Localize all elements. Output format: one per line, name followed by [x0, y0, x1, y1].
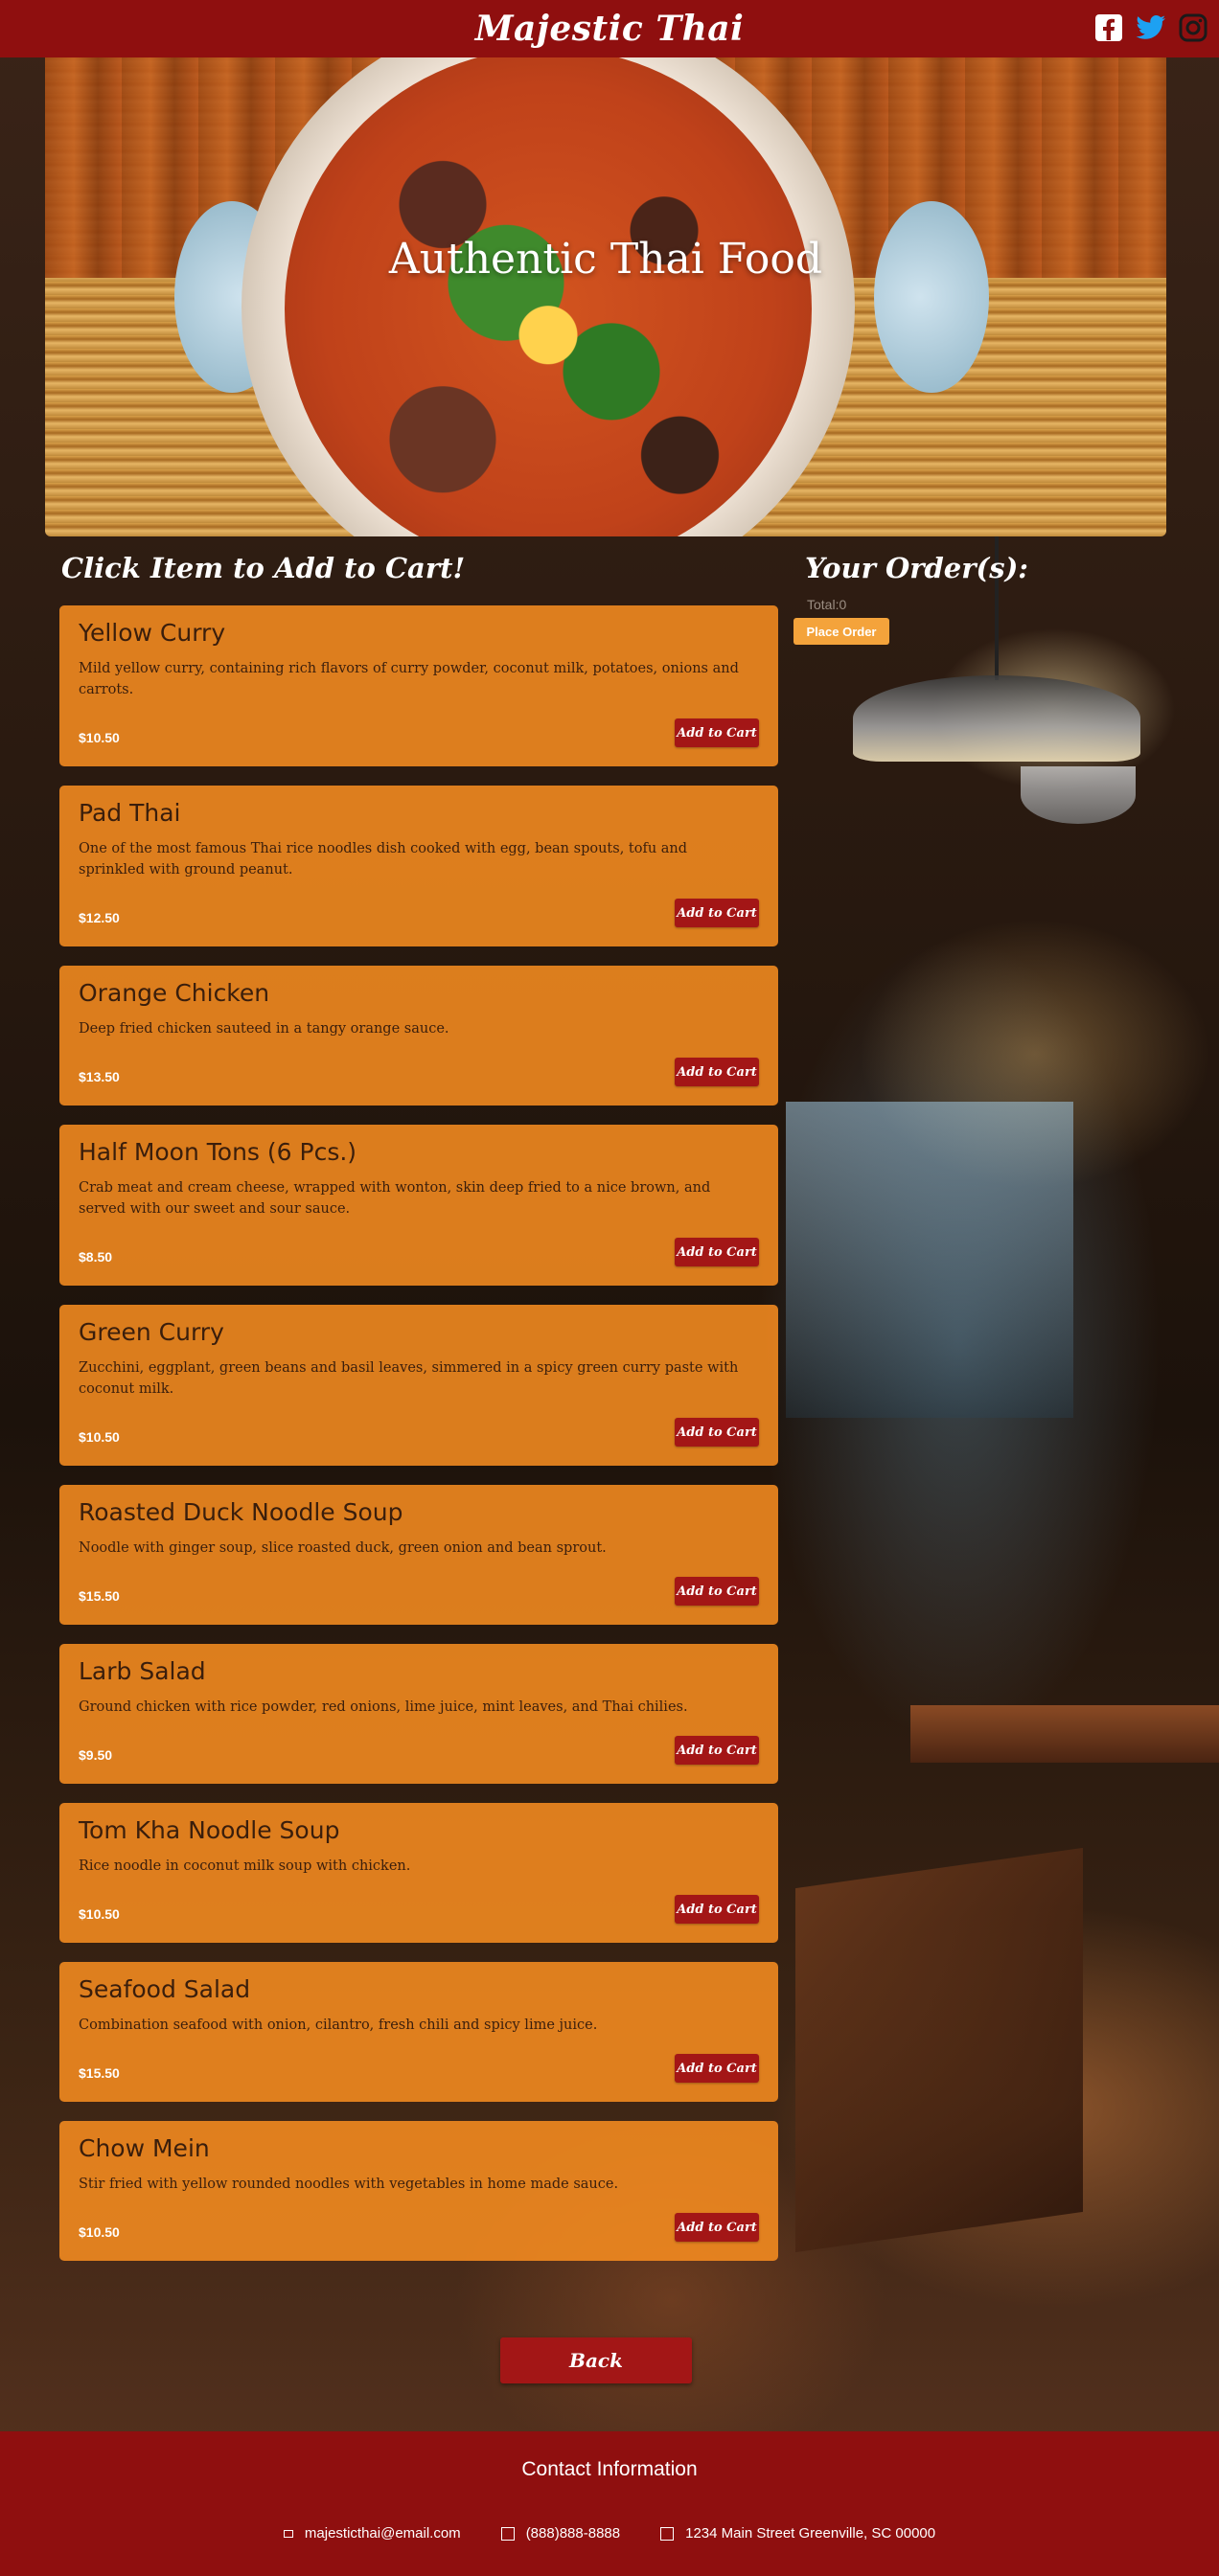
menu-item-price: $10.50	[79, 2224, 120, 2240]
menu-item-name: Roasted Duck Noodle Soup	[79, 1498, 403, 1526]
brand-title[interactable]: Majestic Thai	[475, 9, 745, 49]
menu-item-description: Zucchini, eggplant, green beans and basi…	[79, 1360, 739, 1397]
menu-item-description: Mild yellow curry, containing rich flavo…	[79, 661, 739, 697]
menu-item-card[interactable]: Roasted Duck Noodle Soup Noodle with gin…	[59, 1485, 778, 1625]
menu-item-description: Rice noodle in coconut milk soup with ch…	[79, 1858, 411, 1874]
contact-list: majesticthai@email.com (888)888-8888 123…	[0, 2525, 1219, 2542]
contact-email-text: majesticthai@email.com	[304, 2525, 461, 2542]
contact-address[interactable]: 1234 Main Street Greenville, SC 00000	[660, 2525, 935, 2542]
menu-item-description: Noodle with ginger soup, slice roasted d…	[79, 1540, 607, 1556]
site-header: Majestic Thai	[0, 0, 1219, 57]
menu-item-name: Tom Kha Noodle Soup	[79, 1816, 340, 1844]
menu-item-name: Green Curry	[79, 1318, 224, 1346]
menu-item-name: Yellow Curry	[79, 619, 226, 647]
add-to-cart-button[interactable]: Add to Cart	[675, 718, 759, 747]
add-to-cart-button[interactable]: Add to Cart	[675, 1058, 759, 1086]
phone-icon	[500, 2526, 515, 2541]
menu-item-description: Crab meat and cream cheese, wrapped with…	[79, 1180, 711, 1217]
instagram-icon[interactable]	[1177, 11, 1209, 44]
order-heading: Your Order(s):	[805, 552, 1029, 584]
menu-item-description: Ground chicken with rice powder, red oni…	[79, 1699, 688, 1715]
menu-item-description: One of the most famous Thai rice noodles…	[79, 841, 688, 878]
menu-item-price: $10.50	[79, 730, 120, 745]
add-to-cart-button[interactable]: Add to Cart	[675, 1736, 759, 1765]
menu-item-price: $12.50	[79, 910, 120, 925]
menu-item-card[interactable]: Green Curry Zucchini, eggplant, green be…	[59, 1305, 778, 1466]
menu-item-name: Pad Thai	[79, 799, 181, 827]
add-to-cart-button[interactable]: Add to Cart	[675, 1238, 759, 1266]
menu-item-price: $13.50	[79, 1069, 120, 1084]
menu-item-price: $10.50	[79, 1906, 120, 1922]
contact-email[interactable]: majesticthai@email.com	[283, 2525, 461, 2542]
menu-item-price: $9.50	[79, 1747, 113, 1763]
menu-item-price: $15.50	[79, 2065, 120, 2081]
twitter-icon[interactable]	[1135, 11, 1167, 44]
menu-item-name: Seafood Salad	[79, 1975, 251, 2003]
footer-title: Contact Information	[521, 2458, 698, 2480]
bowl-handle-right	[874, 201, 989, 393]
menu-item-description: Deep fried chicken sauteed in a tangy or…	[79, 1021, 449, 1037]
menu-item-card[interactable]: Larb Salad Ground chicken with rice powd…	[59, 1644, 778, 1784]
menu-item-name: Chow Mein	[79, 2134, 210, 2162]
contact-address-text: 1234 Main Street Greenville, SC 00000	[685, 2525, 936, 2542]
facebook-icon[interactable]	[1092, 11, 1125, 44]
add-to-cart-button[interactable]: Add to Cart	[675, 1418, 759, 1447]
location-icon	[660, 2526, 675, 2541]
menu-item-price: $10.50	[79, 1429, 120, 1445]
menu-item-name: Larb Salad	[79, 1657, 206, 1685]
lamp-shade-decoration	[1021, 766, 1136, 824]
menu-item-card[interactable]: Yellow Curry Mild yellow curry, containi…	[59, 605, 778, 766]
bench-decoration	[795, 1847, 1083, 2253]
place-order-button[interactable]: Place Order	[794, 618, 889, 645]
table-decoration	[910, 1705, 1219, 1763]
pendant-lamp-decoration	[853, 675, 1140, 762]
menu-item-price: $15.50	[79, 1588, 120, 1604]
window-glow-decoration	[786, 1102, 1073, 1418]
order-total: Total:0	[807, 597, 847, 612]
contact-phone[interactable]: (888)888-8888	[500, 2525, 621, 2542]
add-to-cart-button[interactable]: Add to Cart	[675, 2054, 759, 2083]
menu-item-price: $8.50	[79, 1249, 113, 1265]
curry-dish-image	[285, 57, 812, 536]
add-to-cart-button[interactable]: Add to Cart	[675, 1577, 759, 1606]
email-icon	[283, 2529, 293, 2538]
back-button[interactable]: Back	[500, 2337, 692, 2383]
menu-item-description: Combination seafood with onion, cilantro…	[79, 2017, 598, 2033]
menu-heading: Click Item to Add to Cart!	[61, 552, 466, 584]
hero-banner: Authentic Thai Food	[45, 57, 1166, 536]
add-to-cart-button[interactable]: Add to Cart	[675, 2213, 759, 2242]
menu-item-name: Orange Chicken	[79, 979, 270, 1007]
menu-item-card[interactable]: Tom Kha Noodle Soup Rice noodle in cocon…	[59, 1803, 778, 1943]
social-links	[1092, 11, 1209, 44]
menu-item-card[interactable]: Seafood Salad Combination seafood with o…	[59, 1962, 778, 2102]
add-to-cart-button[interactable]: Add to Cart	[675, 1895, 759, 1924]
menu-item-description: Stir fried with yellow rounded noodles w…	[79, 2177, 619, 2192]
menu-item-card[interactable]: Half Moon Tons (6 Pcs.) Crab meat and cr…	[59, 1125, 778, 1286]
menu-item-card[interactable]: Pad Thai One of the most famous Thai ric…	[59, 786, 778, 946]
site-footer: Contact Information majesticthai@email.c…	[0, 2431, 1219, 2576]
contact-phone-text: (888)888-8888	[525, 2525, 621, 2542]
menu-item-card[interactable]: Chow Mein Stir fried with yellow rounded…	[59, 2121, 778, 2261]
add-to-cart-button[interactable]: Add to Cart	[675, 899, 759, 927]
menu-item-card[interactable]: Orange Chicken Deep fried chicken sautee…	[59, 966, 778, 1106]
hero-title: Authentic Thai Food	[388, 235, 823, 284]
menu-item-name: Half Moon Tons (6 Pcs.)	[79, 1138, 357, 1166]
